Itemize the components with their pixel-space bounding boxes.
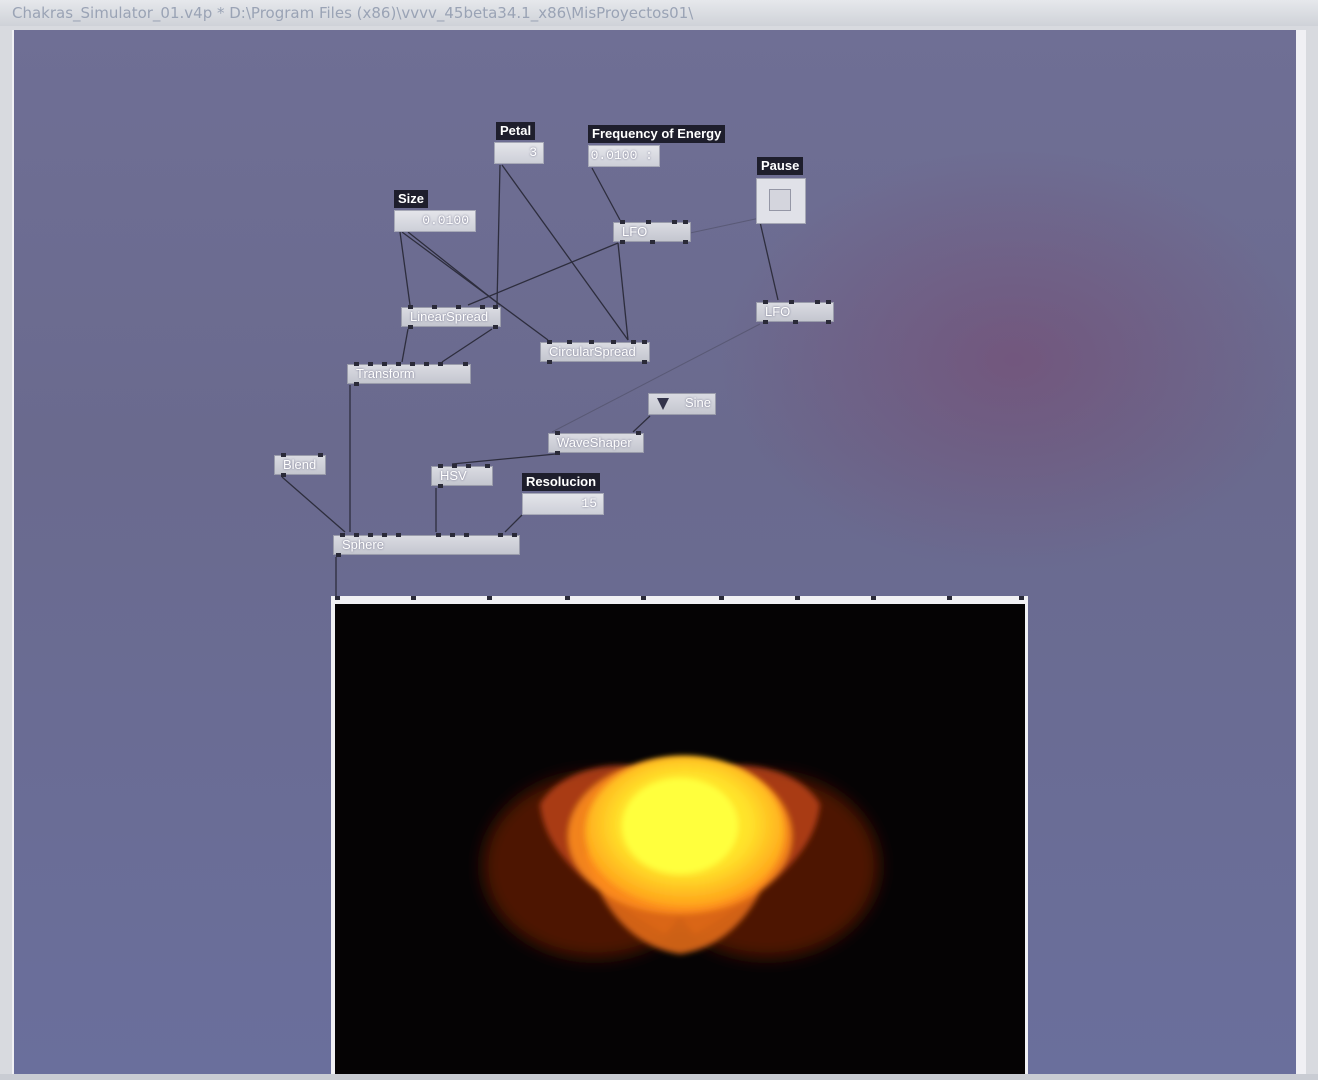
hsv-node-label: HSV xyxy=(440,468,467,483)
lfo-node-2-label: LFO xyxy=(765,304,791,319)
render-viewport[interactable] xyxy=(335,604,1025,1080)
sine-enum-label: Sine xyxy=(684,395,711,410)
transform-node[interactable]: Transform xyxy=(347,362,471,386)
petal-label: Petal xyxy=(496,122,536,140)
bottom-strip xyxy=(0,1074,1318,1080)
pause-toggle[interactable] xyxy=(756,178,806,224)
lfo-node-1[interactable]: LFO xyxy=(613,220,691,244)
glow-core xyxy=(622,778,738,874)
frequency-value-box[interactable]: 0.0100 : xyxy=(588,145,660,167)
waveshaper-node[interactable]: WaveShaper xyxy=(548,431,644,455)
waveshaper-node-label: WaveShaper xyxy=(557,435,632,450)
window-title: Chakras_Simulator_01.v4p * D:\Program Fi… xyxy=(0,0,1318,26)
lfo-node-2[interactable]: LFO xyxy=(756,300,834,324)
lfo-node-1-label: LFO xyxy=(622,224,648,239)
size-value-box[interactable]: 0.0100 xyxy=(394,210,476,232)
petal-value-box[interactable]: 3 xyxy=(494,142,544,164)
frequency-label: Frequency of Energy xyxy=(588,125,726,143)
sphere-node-label: Sphere xyxy=(342,537,384,552)
pause-label: Pause xyxy=(757,157,804,175)
chakra-petal-render xyxy=(483,756,879,958)
blend-node[interactable]: Blend xyxy=(274,453,326,477)
transform-node-label: Transform xyxy=(356,366,415,381)
sphere-node[interactable]: Sphere xyxy=(333,533,520,557)
linearspread-node[interactable]: LinearSpread xyxy=(401,305,501,329)
renderer-node[interactable] xyxy=(331,596,1028,1080)
hsv-node[interactable]: HSV xyxy=(431,464,493,488)
resolucion-value-box[interactable]: 15 xyxy=(522,493,604,515)
triangle-down-icon xyxy=(657,398,669,410)
size-label: Size xyxy=(394,190,429,208)
circularspread-node[interactable]: CircularSpread xyxy=(540,340,650,364)
checkbox-icon xyxy=(769,189,791,211)
linearspread-node-label: LinearSpread xyxy=(410,309,489,324)
blend-node-label: Blend xyxy=(283,457,317,472)
sine-enum-box[interactable]: Sine xyxy=(648,393,716,415)
resolucion-label: Resolucion xyxy=(522,473,601,491)
circularspread-node-label: CircularSpread xyxy=(549,344,636,359)
